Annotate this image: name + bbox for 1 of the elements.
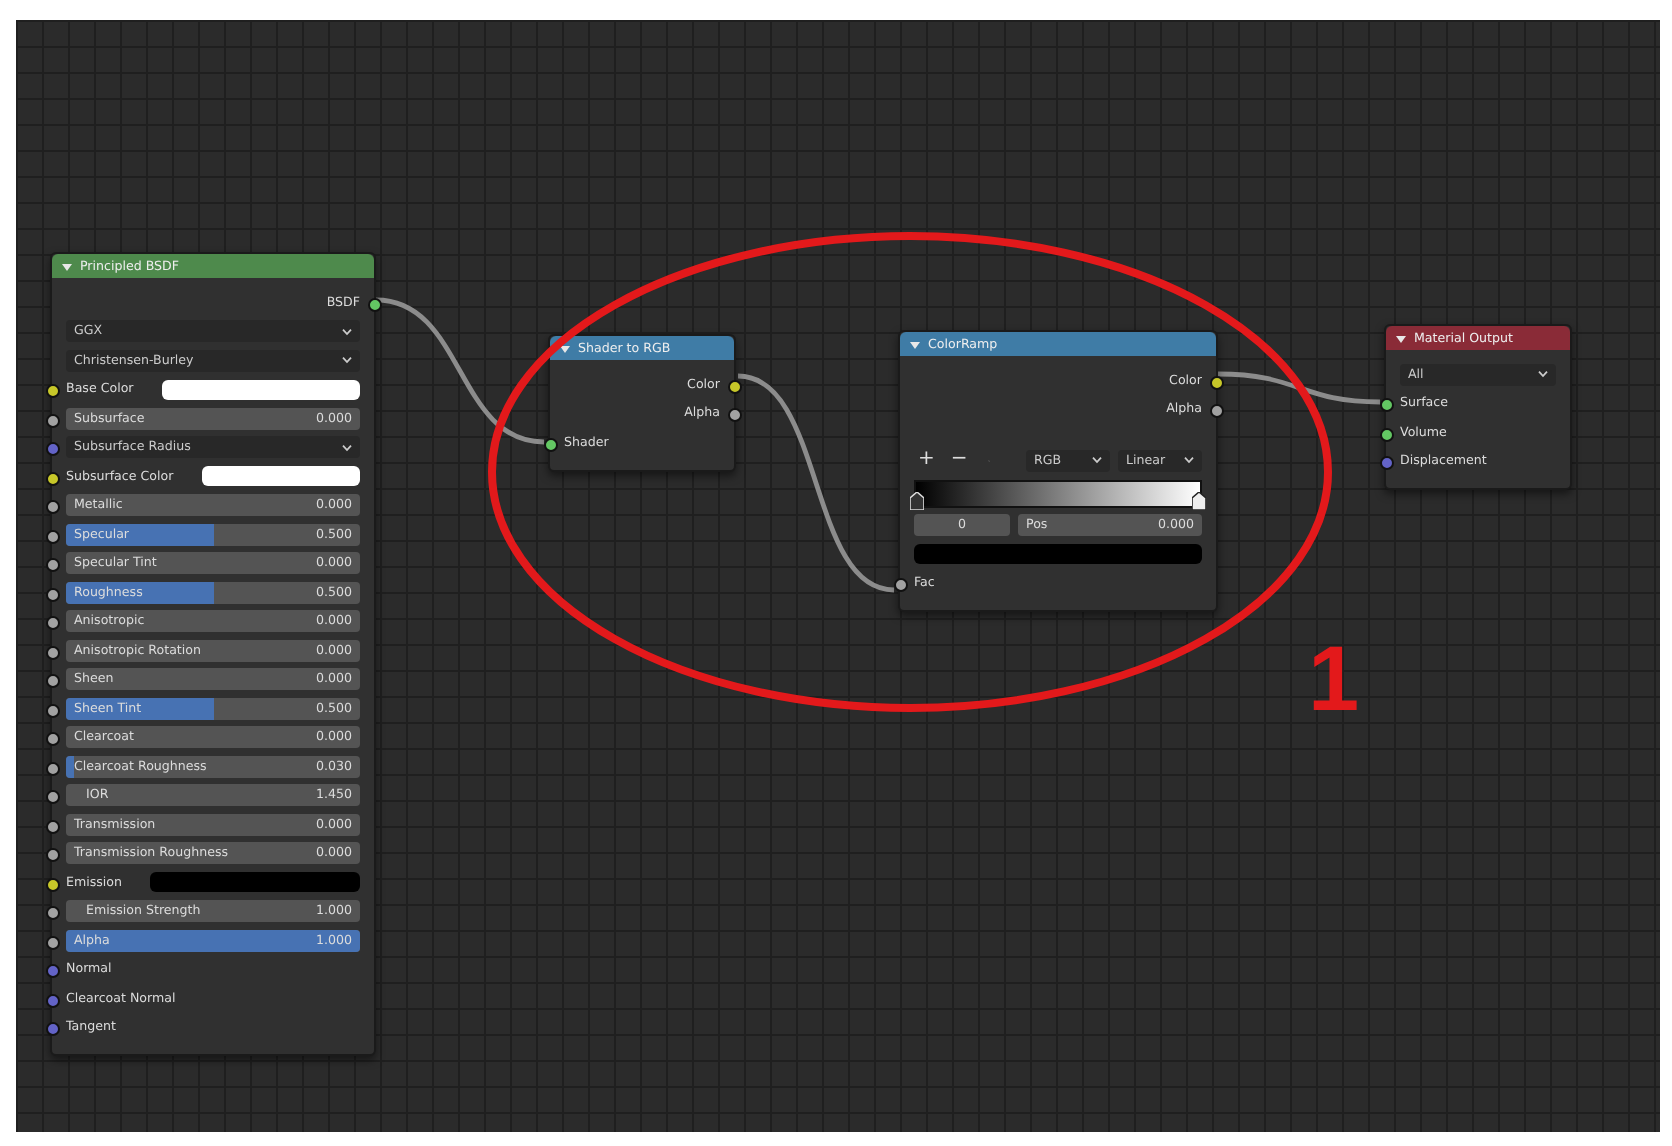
annotation-number: 1 xyxy=(1308,624,1360,732)
